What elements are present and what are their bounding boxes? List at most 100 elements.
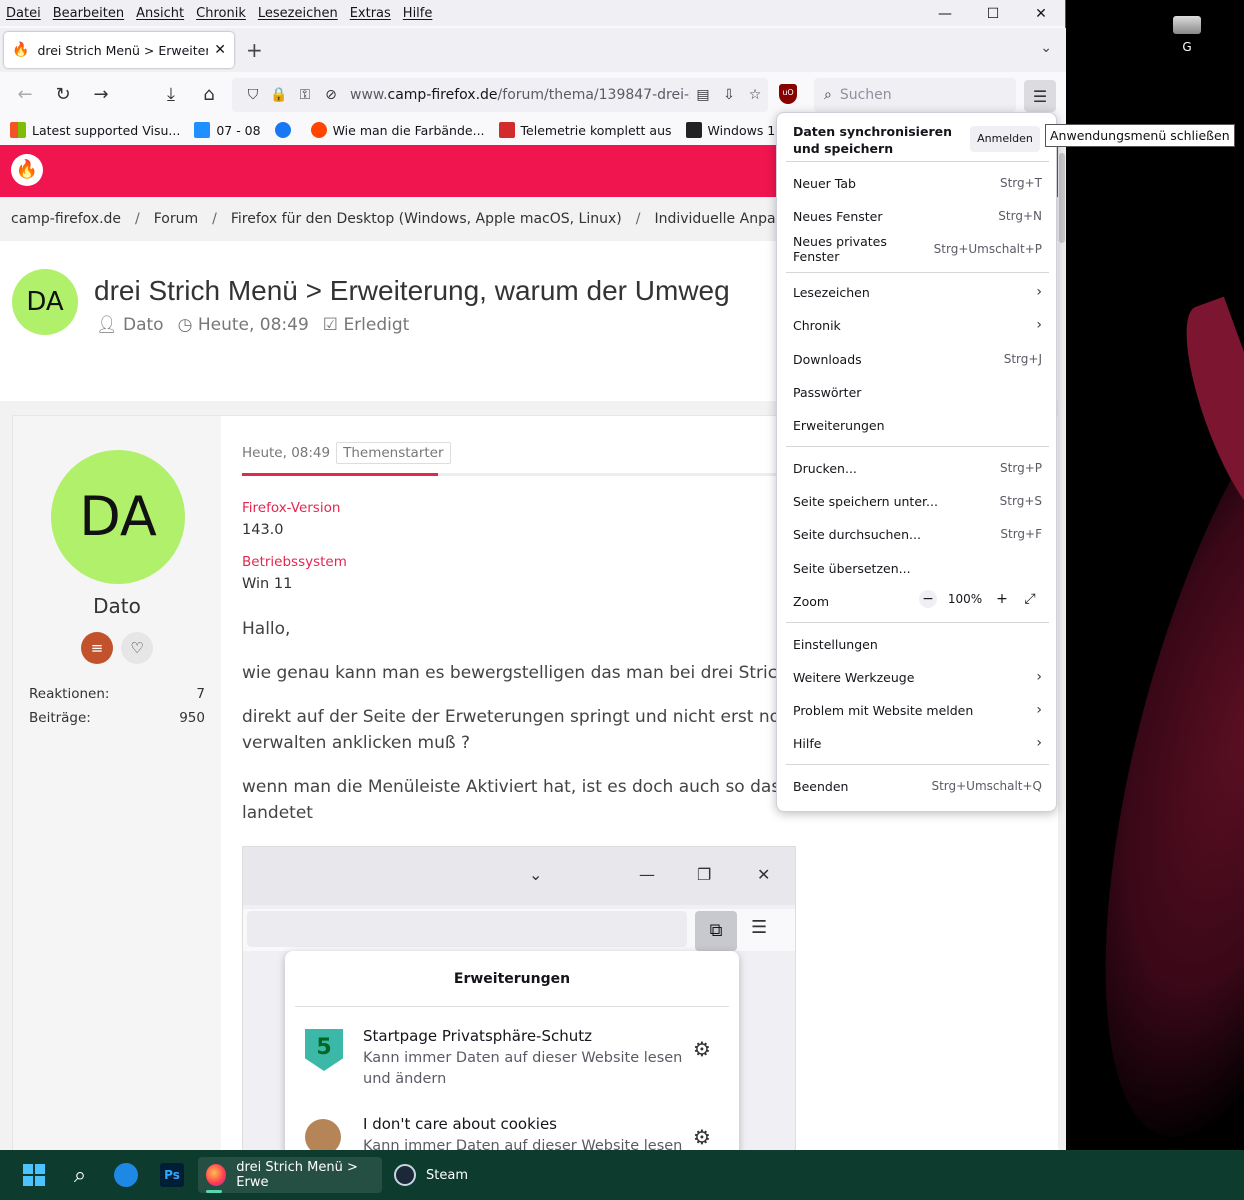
menu-label: Neuer Tab [793,175,856,191]
steam-taskbar-button[interactable]: Steam [388,1157,478,1193]
reload-icon[interactable]: ↻ [44,78,82,110]
menu-find-in-page[interactable]: Seite durchsuchen... Strg+F [786,519,1049,549]
menu-print[interactable]: Drucken... Strg+P [786,453,1049,483]
bookmark-item[interactable]: Telemetrie komplett aus [498,122,672,138]
menu-datei[interactable]: Datei [6,6,41,21]
facebook-icon [274,122,291,138]
save-page-icon[interactable]: ⇩ [716,87,742,103]
firefox-taskbar-button[interactable]: drei Strich Menü > Erwe [198,1157,382,1193]
bookmark-star-icon[interactable]: ☆ [742,87,768,103]
user-icon: 👤︎ [96,315,123,335]
desktop-shortcut[interactable]: G [1172,12,1202,58]
username[interactable]: Dato [13,594,221,618]
menu-settings[interactable]: Einstellungen [786,629,1049,659]
fullscreen-icon[interactable]: ⤢ [1021,590,1039,608]
desktop-shortcut-label: G [1182,40,1192,54]
no-tracking-icon[interactable]: ⊘ [318,87,344,103]
menu-new-tab[interactable]: Neuer Tab Strg+T [786,168,1049,198]
bookmark-item[interactable]: Latest supported Visu... [10,122,180,138]
menu-extensions[interactable]: Erweiterungen [786,410,1049,440]
drive-icon [1173,16,1201,34]
scrollbar-thumb[interactable] [1059,153,1065,243]
search-input[interactable]: ⌕ Suchen [814,78,1016,112]
taskbar-search-icon[interactable]: ⌕ [62,1157,98,1193]
photoshop-taskbar[interactable]: Ps [154,1157,190,1193]
maximize-button[interactable]: ☐ [969,0,1017,28]
menu-ansicht[interactable]: Ansicht [136,6,184,21]
breadcrumb-link[interactable]: Firefox für den Desktop (Windows, Apple … [231,211,622,227]
menu-new-window[interactable]: Neues Fenster Strg+N [786,201,1049,231]
forward-arrow-icon[interactable]: → [82,78,120,110]
app-menu-panel: Daten synchronisieren und speichern Anme… [776,112,1057,812]
bookmark-item[interactable]: Wie man die Farbände... [310,122,485,138]
screenshot-titlebar: ⌄ — ❐ ✕ [243,847,795,905]
embedded-screenshot[interactable]: ⌄ — ❐ ✕ ⧉ ☰ Erweiterungen 5 Startpage Pr… [242,846,796,1150]
menu-passwords[interactable]: Passwörter [786,377,1049,407]
home-icon[interactable]: ⌂ [190,78,228,110]
minimize-button[interactable]: — [921,0,969,28]
lock-icon[interactable]: 🔒 [266,87,292,103]
zoom-out-button[interactable]: − [919,590,937,608]
menu-label: Problem mit Website melden [793,702,974,718]
shield-icon[interactable]: ⛉ [240,87,266,103]
reader-view-icon[interactable]: ▤ [690,87,716,103]
zoom-reset-button[interactable]: 100% [937,592,993,606]
stat-value: 950 [179,710,205,726]
chevron-down-icon[interactable]: ⌄ [1040,40,1052,56]
menu-history[interactable]: Chronik › [786,310,1049,340]
bookmark-item[interactable]: 07 - 08 [194,122,261,138]
menu-report-site[interactable]: Problem mit Website melden › [786,695,1049,725]
url-bar[interactable]: ⛉ 🔒 ⚿ ⊘ www.camp-firefox.de/forum/thema/… [232,78,768,112]
breadcrumb-link[interactable]: camp-firefox.de [11,211,121,227]
close-window-button[interactable]: ✕ [1017,0,1065,28]
site-icon [498,122,515,138]
menu-chronik[interactable]: Chronik [196,6,246,21]
site-logo-icon[interactable]: 🔥 [11,154,43,186]
heart-icon[interactable]: ♡ [121,632,153,664]
sync-label[interactable]: Daten synchronisieren und speichern [793,123,963,157]
menu-separator [786,272,1049,273]
menu-hilfe[interactable]: Hilfe [403,6,433,21]
download-icon[interactable]: ⤓ [152,78,190,110]
menu-save-page[interactable]: Seite speichern unter... Strg+S [786,486,1049,516]
permissions-icon[interactable]: ⚿ [292,87,318,103]
rank-badge-icon[interactable]: ≡ [81,632,113,664]
app-menu-button[interactable]: ☰ [1024,80,1056,112]
menu-translate[interactable]: Seite übersetzen... [786,553,1049,583]
breadcrumb-link[interactable]: Forum [154,211,198,227]
menu-bookmarks[interactable]: Lesezeichen › [786,277,1049,307]
bookmark-item[interactable] [274,122,297,138]
author-name: Dato [123,315,164,335]
url-text: www.camp-firefox.de/forum/thema/139847-d… [350,87,690,103]
login-button[interactable]: Anmelden [970,126,1040,152]
new-tab-button[interactable]: + [246,38,263,62]
ublock-extension-icon[interactable]: uO [776,82,800,106]
menu-lesezeichen[interactable]: Lesezeichen [258,6,338,21]
field-label: Firefox-Version [242,500,341,516]
scrollbar[interactable] [1058,145,1066,1150]
avatar[interactable]: DA [12,269,78,335]
taskbar-app-icon[interactable] [108,1157,144,1193]
back-arrow-icon[interactable]: ← [6,78,44,110]
post-paragraph: verwalten anklicken muß ? [242,733,471,753]
menu-quit[interactable]: Beenden Strg+Umschalt+Q [786,771,1049,801]
zoom-in-button[interactable]: + [993,590,1011,608]
thread-author[interactable]: 👤︎ Dato [96,315,164,335]
menu-downloads[interactable]: Downloads Strg+J [786,344,1049,374]
menu-label: Drucken... [793,460,857,476]
menu-new-private-window[interactable]: Neues privates Fenster Strg+Umschalt+P [786,234,1049,264]
close-tab-icon[interactable]: ✕ [214,42,226,58]
menu-extras[interactable]: Extras [350,6,391,21]
menu-bearbeiten[interactable]: Bearbeiten [53,6,124,21]
field-value: Win 11 [242,576,293,592]
menu-label: Einstellungen [793,636,878,652]
menu-more-tools[interactable]: Weitere Werkzeuge › [786,662,1049,692]
window-controls: — ☐ ✕ [921,0,1065,28]
tab-active[interactable]: 🔥 drei Strich Menü > Erweiterung, warum … [4,32,234,68]
avatar[interactable]: DA [51,450,185,584]
extension-item: I don't care about cookies Kann immer Da… [305,1113,725,1150]
menu-label: Neues privates Fenster [793,234,887,264]
post-time[interactable]: Heute, 08:49 [242,445,330,461]
menu-help[interactable]: Hilfe › [786,728,1049,758]
start-button[interactable] [16,1157,52,1193]
